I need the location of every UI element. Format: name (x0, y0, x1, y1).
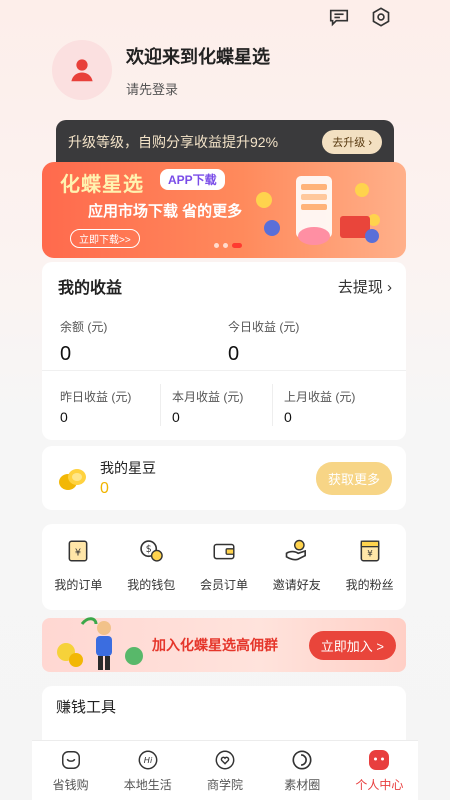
menu-item-wallet[interactable]: $ 我的钱包 (115, 536, 188, 610)
app-download-banner[interactable]: 化蝶星选 APP下载 应用市场下载 省的更多 立即下载>> (42, 162, 406, 258)
menu-item-orders[interactable]: ¥ 我的订单 (42, 536, 115, 610)
welcome-text: 欢迎来到化蝶星选 (126, 46, 270, 67)
upgrade-bar[interactable]: 升级等级，自购分享收益提升92% 去升级 › (56, 120, 394, 164)
upgrade-button[interactable]: 去升级 › (322, 130, 382, 154)
yesterday-label: 昨日收益 (元) (60, 390, 132, 404)
tab-shop[interactable]: 省钱购 (32, 741, 109, 800)
svg-text:Hi: Hi (144, 755, 153, 765)
group-banner-illustration (57, 617, 143, 670)
today-value: 0 (228, 343, 240, 365)
login-prompt[interactable]: 请先登录 (126, 79, 270, 98)
last-month-label: 上月收益 (元) (284, 390, 356, 404)
material-icon (289, 747, 315, 773)
beans-title: 我的星豆 (100, 460, 156, 476)
beans-value: 0 (100, 480, 109, 497)
upgrade-text: 升级等级，自购分享收益提升92% (68, 134, 279, 150)
balance-label: 余额 (元) (60, 320, 108, 334)
yesterday-earnings-stat[interactable]: 昨日收益 (元) 0 (60, 388, 172, 425)
svg-text:¥: ¥ (75, 547, 81, 558)
banner-brand: 化蝶星选 (60, 174, 144, 196)
phone-screen: 欢迎来到化蝶星选 请先登录 升级等级，自购分享收益提升92% 去升级 › 化蝶星… (0, 0, 450, 800)
user-avatar-icon (71, 59, 93, 82)
svg-text:$: $ (146, 544, 152, 555)
menu-item-fans[interactable]: ¥ 我的粉丝 (333, 536, 406, 610)
shortcut-menu: ¥ 我的订单 $ 我的钱包 会员订单 邀请好友 ¥ 我的粉丝 (42, 524, 406, 610)
month-value: 0 (172, 409, 180, 425)
carousel-dots (214, 243, 242, 248)
today-earnings-stat[interactable]: 今日收益 (元) 0 (228, 318, 396, 366)
group-banner-text: 加入化蝶星选高佣群 (152, 637, 278, 653)
banner-illustration (256, 176, 380, 245)
menu-label: 邀请好友 (272, 578, 321, 592)
settings-icon[interactable] (368, 4, 394, 30)
gold-coin-icon (59, 469, 86, 490)
tab-label: 素材圈 (284, 778, 321, 792)
member-order-icon (209, 536, 239, 566)
join-group-banner[interactable]: 加入化蝶星选高佣群 立即加入 > (42, 617, 406, 672)
tab-label: 商学院 (207, 778, 244, 792)
earnings-card: 我的收益 去提现 › 余额 (元) 0 今日收益 (元) 0 昨日收益 (元) … (42, 262, 406, 440)
earnings-title: 我的收益 (58, 280, 123, 297)
get-more-button[interactable]: 获取更多 (315, 461, 392, 495)
month-earnings-stat[interactable]: 本月收益 (元) 0 (160, 384, 284, 426)
bottom-tab-bar: 省钱购 Hi 本地生活 商学院 素材圈 个人中心 (32, 740, 418, 800)
month-label: 本月收益 (元) (172, 390, 244, 404)
tab-academy[interactable]: 商学院 (186, 741, 263, 800)
local-life-icon: Hi (135, 747, 161, 773)
tab-label: 本地生活 (123, 778, 172, 792)
profile-icon (366, 747, 392, 773)
menu-item-member-orders[interactable]: 会员订单 (188, 536, 261, 610)
balance-value: 0 (60, 343, 72, 365)
fans-icon: ¥ (355, 536, 385, 566)
academy-icon (212, 747, 238, 773)
banner-app-tag: APP下载 (160, 169, 225, 190)
top-icons (326, 4, 394, 30)
order-icon: ¥ (63, 536, 93, 566)
yesterday-value: 0 (60, 409, 68, 425)
tab-profile[interactable]: 个人中心 (341, 741, 418, 800)
last-month-earnings-stat[interactable]: 上月收益 (元) 0 (272, 384, 396, 426)
join-now-button[interactable]: 立即加入 > (308, 630, 396, 660)
menu-label: 我的订单 (54, 578, 103, 592)
today-label: 今日收益 (元) (228, 320, 300, 334)
svg-text:¥: ¥ (367, 549, 373, 559)
profile-header[interactable]: 欢迎来到化蝶星选 请先登录 (52, 40, 270, 100)
tools-title: 赚钱工具 (56, 699, 117, 716)
withdraw-link[interactable]: 去提现 › (338, 276, 392, 297)
earnings-divider (42, 370, 406, 371)
tab-material[interactable]: 素材圈 (264, 741, 341, 800)
menu-label: 我的钱包 (127, 578, 176, 592)
message-icon[interactable] (326, 4, 352, 30)
tab-local-life[interactable]: Hi 本地生活 (109, 741, 186, 800)
balance-stat[interactable]: 余额 (元) 0 (60, 318, 228, 366)
invite-icon (282, 536, 312, 566)
content-column: 欢迎来到化蝶星选 请先登录 升级等级，自购分享收益提升92% 去升级 › 化蝶星… (32, 0, 416, 800)
menu-label: 会员订单 (199, 578, 248, 592)
wallet-icon: $ (136, 536, 166, 566)
last-month-value: 0 (284, 409, 292, 425)
avatar[interactable] (52, 40, 112, 100)
tab-label: 个人中心 (355, 778, 404, 792)
tab-label: 省钱购 (52, 778, 89, 792)
menu-label: 我的粉丝 (345, 578, 394, 592)
banner-slogan: 应用市场下载 省的更多 (88, 203, 243, 220)
menu-item-invite[interactable]: 邀请好友 (260, 536, 333, 610)
shop-icon (58, 747, 84, 773)
star-beans-card: 我的星豆 0 获取更多 (42, 446, 406, 510)
banner-download-button[interactable]: 立即下载>> (70, 229, 140, 248)
